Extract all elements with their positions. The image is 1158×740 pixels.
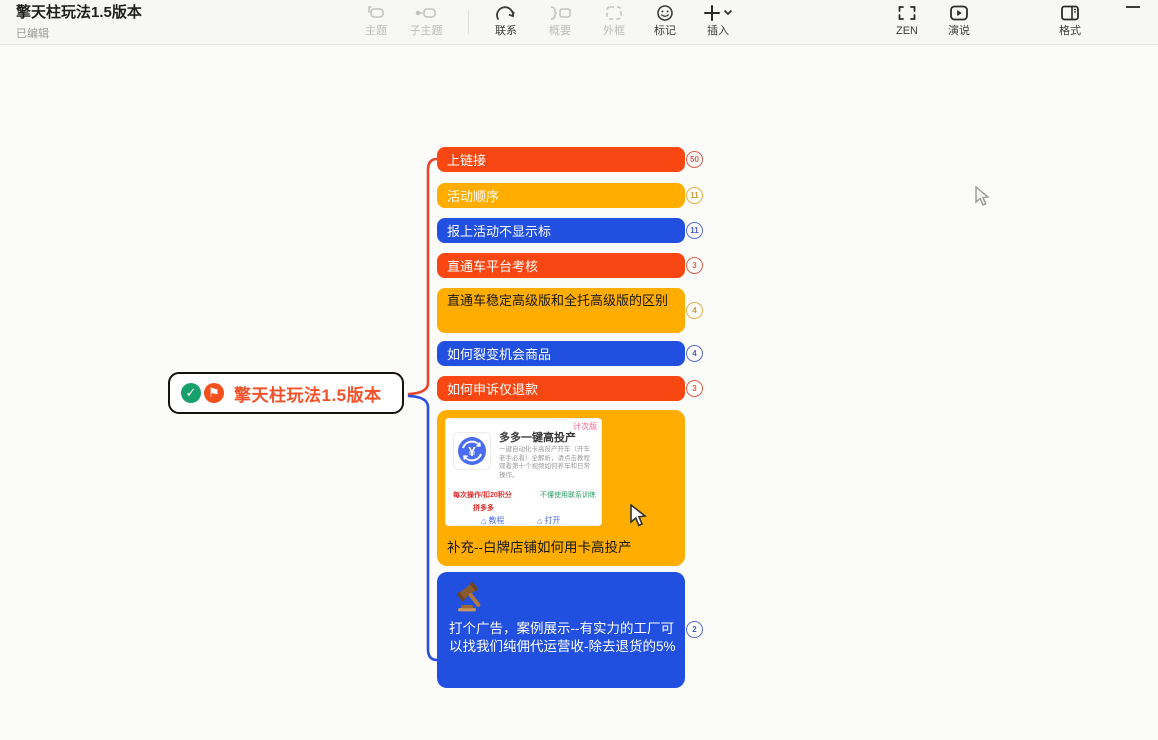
root-topic-label: 擎天柱玩法1.5版本 <box>234 381 382 406</box>
children-count-badge[interactable]: 50 <box>686 151 703 168</box>
embedded-app-card-image: 计次版 ¥ 多多一键高投产 一键自动化卡高投产开车（开车老手必看）全解析，请点击… <box>445 418 602 526</box>
mouse-cursor <box>975 186 991 208</box>
root-topic[interactable]: ✓ ⚑ 擎天柱玩法1.5版本 <box>168 372 404 414</box>
topic-node[interactable]: 直通车平台考核 <box>437 253 685 278</box>
toolbar-topic-button[interactable]: 主题 <box>352 2 400 44</box>
topic-node[interactable]: 报上活动不显示标 <box>437 218 685 243</box>
card-edition-tag: 计次版 <box>573 421 597 432</box>
toolbar-relationship-button[interactable]: 联系 <box>482 2 530 44</box>
topic-node-with-image[interactable]: 计次版 ¥ 多多一键高投产 一键自动化卡高投产开车（开车老手必看）全解析，请点击… <box>437 410 685 566</box>
toolbar-insert-button[interactable]: 插入 <box>694 2 742 44</box>
children-count-badge[interactable]: 4 <box>686 345 703 362</box>
relationship-icon <box>482 2 530 24</box>
format-panel-icon <box>1046 2 1094 24</box>
toolbar-zen-button[interactable]: ZEN <box>883 2 931 44</box>
mindmap-canvas[interactable]: ✓ ⚑ 擎天柱玩法1.5版本 上链接 活动顺序 报上活动不显示标 直通车平台考核… <box>0 46 1158 740</box>
topic-node[interactable]: 如何申诉仅退款 <box>437 376 685 401</box>
card-price-note: 每次操作/扣20积分 <box>453 490 512 500</box>
boundary-icon <box>590 2 638 24</box>
card-green-note: 不懂使用联系训练 <box>540 490 596 500</box>
toolbar-boundary-button[interactable]: 外框 <box>590 2 638 44</box>
document-title-block: 擎天柱玩法1.5版本 已编辑 <box>16 3 142 41</box>
topic-label: 活动顺序 <box>447 186 499 205</box>
insert-icon <box>694 2 742 24</box>
topic-node-ad[interactable]: 打个广告，案例展示--有实力的工厂可以找我们纯佣代运营收-除去退货的5% <box>437 572 685 688</box>
children-count-badge[interactable]: 11 <box>686 187 703 204</box>
flag-marker-icon[interactable]: ⚑ <box>204 383 224 403</box>
children-count-badge[interactable]: 4 <box>686 302 703 319</box>
document-title: 擎天柱玩法1.5版本 <box>16 3 142 23</box>
topic-node[interactable]: 如何裂变机会商品 <box>437 341 685 366</box>
children-count-badge[interactable]: 11 <box>686 222 703 239</box>
topic-label: 直通车稳定高级版和全托高级版的区别 <box>447 292 668 310</box>
topic-label: 补充--白牌店铺如何用卡高投产 <box>447 536 632 556</box>
presentation-icon <box>935 2 983 24</box>
home-icon: ⌂ <box>537 516 542 526</box>
toolbar-format-button[interactable]: 格式 <box>1046 2 1094 44</box>
document-status: 已编辑 <box>16 25 142 41</box>
svg-text:¥: ¥ <box>468 444 476 459</box>
home-icon: ⌂ <box>481 516 486 526</box>
topic-node[interactable]: 活动顺序 <box>437 183 685 208</box>
topic-icon <box>352 2 400 24</box>
card-title: 多多一键高投产 <box>499 429 576 445</box>
card-description: 一键自动化卡高投产开车（开车老手必看）全解析，请点击教程观看第十个视频如何养车和… <box>499 446 595 480</box>
subtopic-icon <box>402 2 450 24</box>
toolbar-subtopic-button[interactable]: 子主题 <box>402 2 450 44</box>
topic-node[interactable]: 直通车稳定高级版和全托高级版的区别 <box>437 288 685 333</box>
topic-label: 打个广告，案例展示--有实力的工厂可以找我们纯佣代运营收-除去退货的5% <box>449 620 677 656</box>
marker-icon <box>641 2 689 24</box>
topic-label: 如何申诉仅退款 <box>447 379 538 398</box>
children-count-badge[interactable]: 3 <box>686 380 703 397</box>
topic-label: 直通车平台考核 <box>447 256 538 275</box>
window-minimize-dash[interactable] <box>1126 6 1140 8</box>
zen-mode-icon <box>883 2 931 24</box>
toolbar-separator <box>468 10 469 34</box>
toolbar-presentation-button[interactable]: 演说 <box>935 2 983 44</box>
card-tutorial-button: ⌂ 教程 <box>481 515 504 526</box>
check-marker-icon[interactable]: ✓ <box>181 383 201 403</box>
app-logo-icon: ¥ <box>453 432 491 470</box>
toolbar-summary-button[interactable]: 概要 <box>536 2 584 44</box>
app-header: 擎天柱玩法1.5版本 已编辑 主题 子主题 联系 概要 外框 <box>0 0 1158 45</box>
topic-node[interactable]: 上链接 <box>437 147 685 172</box>
card-open-button: ⌂ 打开 <box>537 515 560 526</box>
topic-label: 上链接 <box>447 150 486 169</box>
card-platform-label: 拼多多 <box>473 503 494 513</box>
toolbar-marker-button[interactable]: 标记 <box>641 2 689 44</box>
topic-label: 如何裂变机会商品 <box>447 344 551 363</box>
topic-label: 报上活动不显示标 <box>447 221 551 240</box>
summary-icon <box>536 2 584 24</box>
children-count-badge[interactable]: 3 <box>686 257 703 274</box>
gavel-icon <box>451 580 491 616</box>
children-count-badge[interactable]: 2 <box>686 621 703 638</box>
